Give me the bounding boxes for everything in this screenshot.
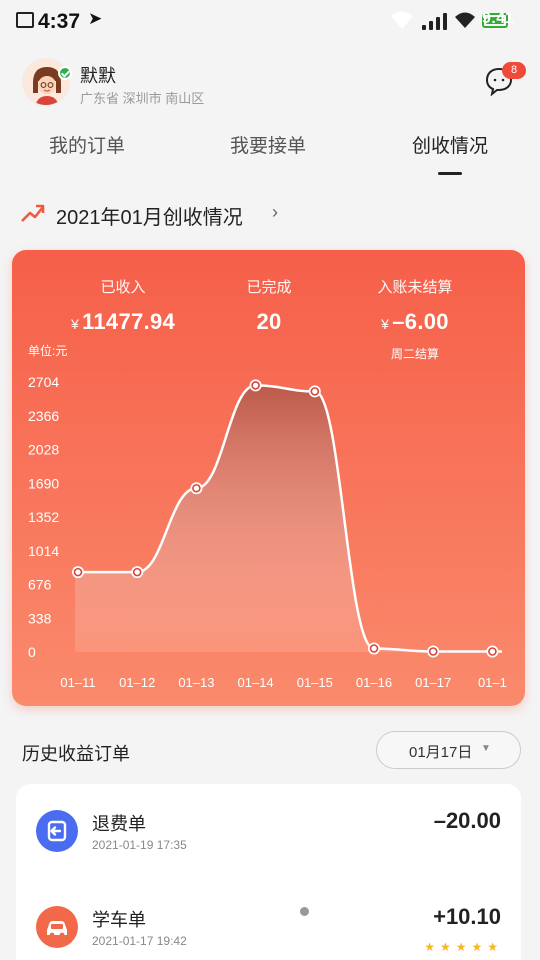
received-value-row: ¥11477.94 bbox=[43, 309, 203, 335]
tab-my-orders[interactable]: 我的订单 bbox=[12, 131, 162, 158]
income-chart: 0 338 676 1014 1352 1690 2028 2366 2704 01–11 01–… bbox=[28, 374, 507, 690]
y-tick-label: 1352 bbox=[28, 509, 59, 525]
tab-bar: 我的订单 我要接单 创收情况 bbox=[0, 126, 540, 182]
order-time: 2021-01-17 19:42 bbox=[92, 934, 187, 948]
order-time: 2021-01-19 17:35 bbox=[92, 838, 187, 852]
month-title: 2021年01月创收情况 bbox=[56, 207, 243, 229]
message-count-badge: 8 bbox=[502, 62, 526, 79]
x-tick-label: 01–11 bbox=[60, 675, 95, 690]
pending-label: 入账未结算 bbox=[377, 279, 453, 296]
month-selector[interactable]: 2021年01月创收情况 › bbox=[0, 190, 540, 238]
order-title: 学车单 bbox=[92, 910, 146, 930]
stat-received: 已收入 ¥11477.94 bbox=[43, 276, 203, 335]
currency-symbol-2: ¥ bbox=[381, 316, 390, 332]
income-area bbox=[75, 385, 502, 652]
image-icon bbox=[16, 12, 34, 28]
status-icons: 9:41 bbox=[390, 10, 514, 32]
trend-up-icon bbox=[21, 204, 45, 222]
y-tick-label: 676 bbox=[28, 577, 52, 593]
signal-icon bbox=[422, 12, 448, 30]
tab-take-orders[interactable]: 我要接单 bbox=[193, 131, 343, 158]
order-title: 退费单 bbox=[92, 814, 146, 834]
date-filter-label: 01月17日 bbox=[409, 744, 473, 761]
y-tick-label: 338 bbox=[28, 610, 52, 626]
x-tick-label: 01–15 bbox=[297, 675, 333, 690]
wifi-icon bbox=[391, 11, 413, 29]
verified-badge-icon bbox=[58, 66, 72, 80]
y-tick-label: 2366 bbox=[28, 408, 59, 424]
chevron-right-icon: › bbox=[272, 202, 278, 222]
received-label: 已收入 bbox=[100, 279, 146, 296]
user-name: 默默 bbox=[80, 66, 116, 86]
currency-symbol: ¥ bbox=[70, 316, 80, 332]
car-icon bbox=[36, 906, 78, 948]
date-filter-dropdown[interactable]: 01月17日 ▼ bbox=[376, 731, 521, 769]
order-amount: –20.00 bbox=[433, 808, 501, 833]
pending-value: –6.00 bbox=[392, 309, 449, 334]
active-tab-indicator bbox=[438, 172, 462, 175]
y-tick-label: 2704 bbox=[28, 374, 59, 390]
status-time: 4:37 bbox=[38, 10, 81, 33]
stat-completed: 已完成 20 bbox=[189, 276, 349, 335]
pending-value-row: ¥ –6.00 bbox=[335, 309, 495, 335]
y-tick-label: 1014 bbox=[28, 543, 59, 559]
user-location: 广东省 深圳市 南山区 bbox=[80, 91, 205, 106]
x-tick-label: 01–14 bbox=[238, 675, 274, 690]
profile-header: 默默 广东省 深圳市 南山区 8 bbox=[0, 50, 540, 120]
completed-label: 已完成 bbox=[246, 279, 292, 296]
wifi-icon-2 bbox=[455, 12, 475, 28]
screen: 4:37 ➤ 9:41 默默 广东省 深圳市 南山区 8 我的订单 我要接单 创… bbox=[0, 0, 540, 960]
x-tick-label: 01–1 bbox=[478, 675, 507, 690]
location-arrow-icon: ➤ bbox=[88, 9, 103, 28]
history-title: 历史收益订单 bbox=[22, 744, 130, 764]
order-list: 退费单 2021-01-19 17:35 –20.00 学车单 2021-01-… bbox=[16, 784, 521, 960]
x-tick-label: 01–13 bbox=[178, 675, 214, 690]
order-item[interactable]: 学车单 2021-01-17 19:42 +10.10 ★★★★★ bbox=[16, 880, 521, 960]
history-header: 历史收益订单 01月17日 ▼ bbox=[0, 728, 540, 774]
tab-income[interactable]: 创收情况 bbox=[375, 131, 525, 158]
order-item[interactable]: 退费单 2021-01-19 17:35 –20.00 bbox=[16, 784, 521, 880]
caret-down-icon: ▼ bbox=[481, 743, 491, 754]
y-tick-label: 2028 bbox=[28, 442, 59, 458]
income-card: 已收入 ¥11477.94 已完成 20 入账未结算 ¥ –6.00 周二结算 单… bbox=[12, 250, 525, 706]
x-tick-label: 01–16 bbox=[356, 675, 392, 690]
y-tick-label: 0 bbox=[28, 644, 36, 660]
y-tick-label: 1690 bbox=[28, 475, 59, 491]
status-clock-overlay: 9:41 bbox=[482, 10, 515, 27]
rating-stars: ★★★★★ bbox=[424, 940, 503, 954]
order-amount: +10.10 bbox=[433, 904, 501, 929]
received-value: 11477.94 bbox=[82, 309, 176, 334]
dot-indicator bbox=[300, 907, 309, 916]
refund-icon bbox=[36, 810, 78, 852]
x-tick-label: 01–17 bbox=[415, 675, 451, 690]
x-tick-label: 01–12 bbox=[119, 675, 155, 690]
status-bar: 4:37 ➤ 9:41 bbox=[0, 0, 540, 44]
completed-value: 20 bbox=[256, 309, 282, 334]
